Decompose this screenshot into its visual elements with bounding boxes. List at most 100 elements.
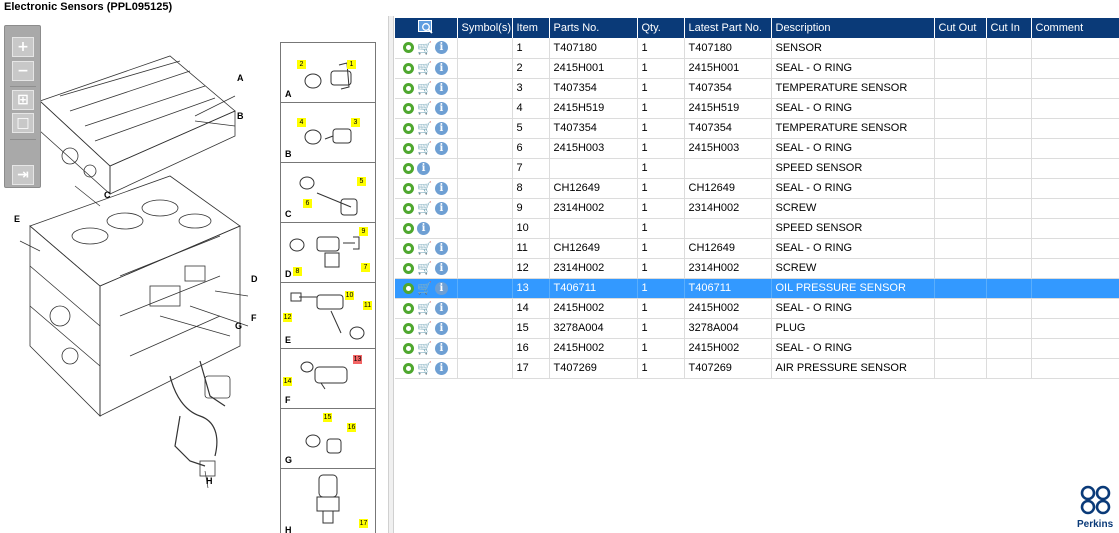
fit-window-button[interactable]: □: [12, 113, 34, 133]
table-row[interactable]: i 7 1 SPEED SENSOR: [395, 158, 1119, 179]
table-row[interactable]: 🛒 i 13 T406711 1 T406711 OIL PRESSURE SENSOR: [395, 278, 1119, 299]
info-icon[interactable]: i: [417, 161, 430, 175]
callout-13[interactable]: 13: [353, 355, 362, 364]
callout-3[interactable]: 3: [351, 118, 360, 127]
cart-icon[interactable]: 🛒: [417, 122, 432, 134]
detail-cell-c[interactable]: 5 6 C: [281, 163, 375, 223]
header-search-cell[interactable]: [395, 18, 458, 38]
info-icon[interactable]: i: [434, 321, 448, 335]
cart-icon[interactable]: 🛒: [417, 302, 432, 314]
cart-icon[interactable]: 🛒: [417, 282, 432, 294]
header-qty[interactable]: Qty.: [637, 18, 685, 38]
gear-icon[interactable]: [403, 162, 414, 174]
illustration-panel[interactable]: A B C D E F G H + − ⊞ □ ⇥ 2 1 A 4 3 B 5 …: [0, 16, 388, 533]
table-row[interactable]: 🛒 i 15 3278A004 1 3278A004 PLUG: [395, 318, 1119, 339]
table-row[interactable]: 🛒 i 8 CH12649 1 CH12649 SEAL - O RING: [395, 178, 1119, 199]
callout-6[interactable]: 6: [303, 199, 312, 208]
callout-16[interactable]: 16: [347, 423, 356, 432]
cart-icon[interactable]: 🛒: [417, 362, 432, 374]
callout-4[interactable]: 4: [297, 118, 306, 127]
gear-icon[interactable]: [403, 202, 414, 214]
table-row[interactable]: 🛒 i 14 2415H002 1 2415H002 SEAL - O RING: [395, 298, 1119, 319]
info-icon[interactable]: i: [434, 81, 448, 95]
table-row[interactable]: 🛒 i 6 2415H003 1 2415H003 SEAL - O RING: [395, 138, 1119, 159]
header-cut-in[interactable]: Cut In: [986, 18, 1032, 38]
detail-cell-a[interactable]: 2 1 A: [281, 43, 375, 103]
detail-cell-f[interactable]: 13 14 F: [281, 349, 375, 409]
info-icon[interactable]: i: [434, 121, 448, 135]
table-row[interactable]: 🛒 i 1 T407180 1 T407180 SENSOR: [395, 38, 1119, 59]
info-icon[interactable]: i: [434, 201, 448, 215]
header-description[interactable]: Description: [771, 18, 935, 38]
gear-icon[interactable]: [403, 262, 414, 274]
callout-11[interactable]: 11: [363, 301, 372, 310]
gear-icon[interactable]: [403, 342, 414, 354]
info-icon[interactable]: i: [417, 221, 430, 235]
zoom-out-button[interactable]: −: [12, 61, 34, 81]
cart-icon[interactable]: 🛒: [417, 202, 432, 214]
header-latest-part-no[interactable]: Latest Part No.: [684, 18, 772, 38]
gear-icon[interactable]: [403, 82, 414, 94]
zoom-in-button[interactable]: +: [12, 37, 34, 57]
gear-icon[interactable]: [403, 122, 414, 134]
info-icon[interactable]: i: [434, 361, 448, 375]
header-comment[interactable]: Comment: [1031, 18, 1119, 38]
callout-14[interactable]: 14: [283, 377, 292, 386]
info-icon[interactable]: i: [434, 241, 448, 255]
table-row[interactable]: 🛒 i 2 2415H001 1 2415H001 SEAL - O RING: [395, 58, 1119, 79]
gear-icon[interactable]: [403, 242, 414, 254]
gear-icon[interactable]: [403, 362, 414, 374]
callout-15[interactable]: 15: [323, 413, 332, 422]
info-icon[interactable]: i: [434, 61, 448, 75]
header-cut-out[interactable]: Cut Out: [934, 18, 987, 38]
gear-icon[interactable]: [403, 62, 414, 74]
cart-icon[interactable]: 🛒: [417, 102, 432, 114]
table-row[interactable]: 🛒 i 4 2415H519 1 2415H519 SEAL - O RING: [395, 98, 1119, 119]
header-item[interactable]: Item: [512, 18, 550, 38]
info-icon[interactable]: i: [434, 141, 448, 155]
detail-cell-g[interactable]: 15 16 G: [281, 409, 375, 469]
table-row[interactable]: 🛒 i 3 T407354 1 T407354 TEMPERATURE SENSOR: [395, 78, 1119, 99]
search-icon[interactable]: [417, 19, 434, 34]
info-icon[interactable]: i: [434, 261, 448, 275]
table-row[interactable]: 🛒 i 11 CH12649 1 CH12649 SEAL - O RING: [395, 238, 1119, 259]
callout-12[interactable]: 12: [283, 313, 292, 322]
callout-10[interactable]: 10: [345, 291, 354, 300]
detail-cell-b[interactable]: 4 3 B: [281, 103, 375, 163]
gear-icon[interactable]: [403, 182, 414, 194]
cart-icon[interactable]: 🛒: [417, 182, 432, 194]
callout-1[interactable]: 1: [347, 60, 356, 69]
callout-5[interactable]: 5: [357, 177, 366, 186]
detail-cell-h[interactable]: 17 H: [281, 469, 375, 533]
cart-icon[interactable]: 🛒: [417, 142, 432, 154]
callout-9[interactable]: 9: [359, 227, 368, 236]
callout-2[interactable]: 2: [297, 60, 306, 69]
table-row[interactable]: 🛒 i 9 2314H002 1 2314H002 SCREW: [395, 198, 1119, 219]
gear-icon[interactable]: [403, 282, 414, 294]
cart-icon[interactable]: 🛒: [417, 242, 432, 254]
table-row[interactable]: 🛒 i 17 T407269 1 T407269 AIR PRESSURE SENSOR: [395, 358, 1119, 379]
callout-17[interactable]: 17: [359, 519, 368, 528]
fit-all-button[interactable]: ⊞: [12, 90, 34, 110]
detail-cell-e[interactable]: 10 11 12 E: [281, 283, 375, 349]
gear-icon[interactable]: [403, 102, 414, 114]
table-row[interactable]: 🛒 i 12 2314H002 1 2314H002 SCREW: [395, 258, 1119, 279]
header-symbols[interactable]: Symbol(s): [457, 18, 513, 38]
gear-icon[interactable]: [403, 302, 414, 314]
cart-icon[interactable]: 🛒: [417, 42, 432, 54]
table-row[interactable]: 🛒 i 16 2415H002 1 2415H002 SEAL - O RING: [395, 338, 1119, 359]
cart-icon[interactable]: 🛒: [417, 82, 432, 94]
panel-splitter[interactable]: [388, 16, 394, 533]
gear-icon[interactable]: [403, 322, 414, 334]
cart-icon[interactable]: 🛒: [417, 262, 432, 274]
info-icon[interactable]: i: [434, 301, 448, 315]
gear-icon[interactable]: [403, 142, 414, 154]
info-icon[interactable]: i: [434, 101, 448, 115]
callout-7[interactable]: 7: [361, 263, 370, 272]
table-row[interactable]: i 10 1 SPEED SENSOR: [395, 218, 1119, 239]
cart-icon[interactable]: 🛒: [417, 62, 432, 74]
cart-icon[interactable]: 🛒: [417, 322, 432, 334]
collapse-panel-button[interactable]: ⇥: [12, 165, 34, 185]
info-icon[interactable]: i: [434, 181, 448, 195]
info-icon[interactable]: i: [434, 41, 448, 55]
